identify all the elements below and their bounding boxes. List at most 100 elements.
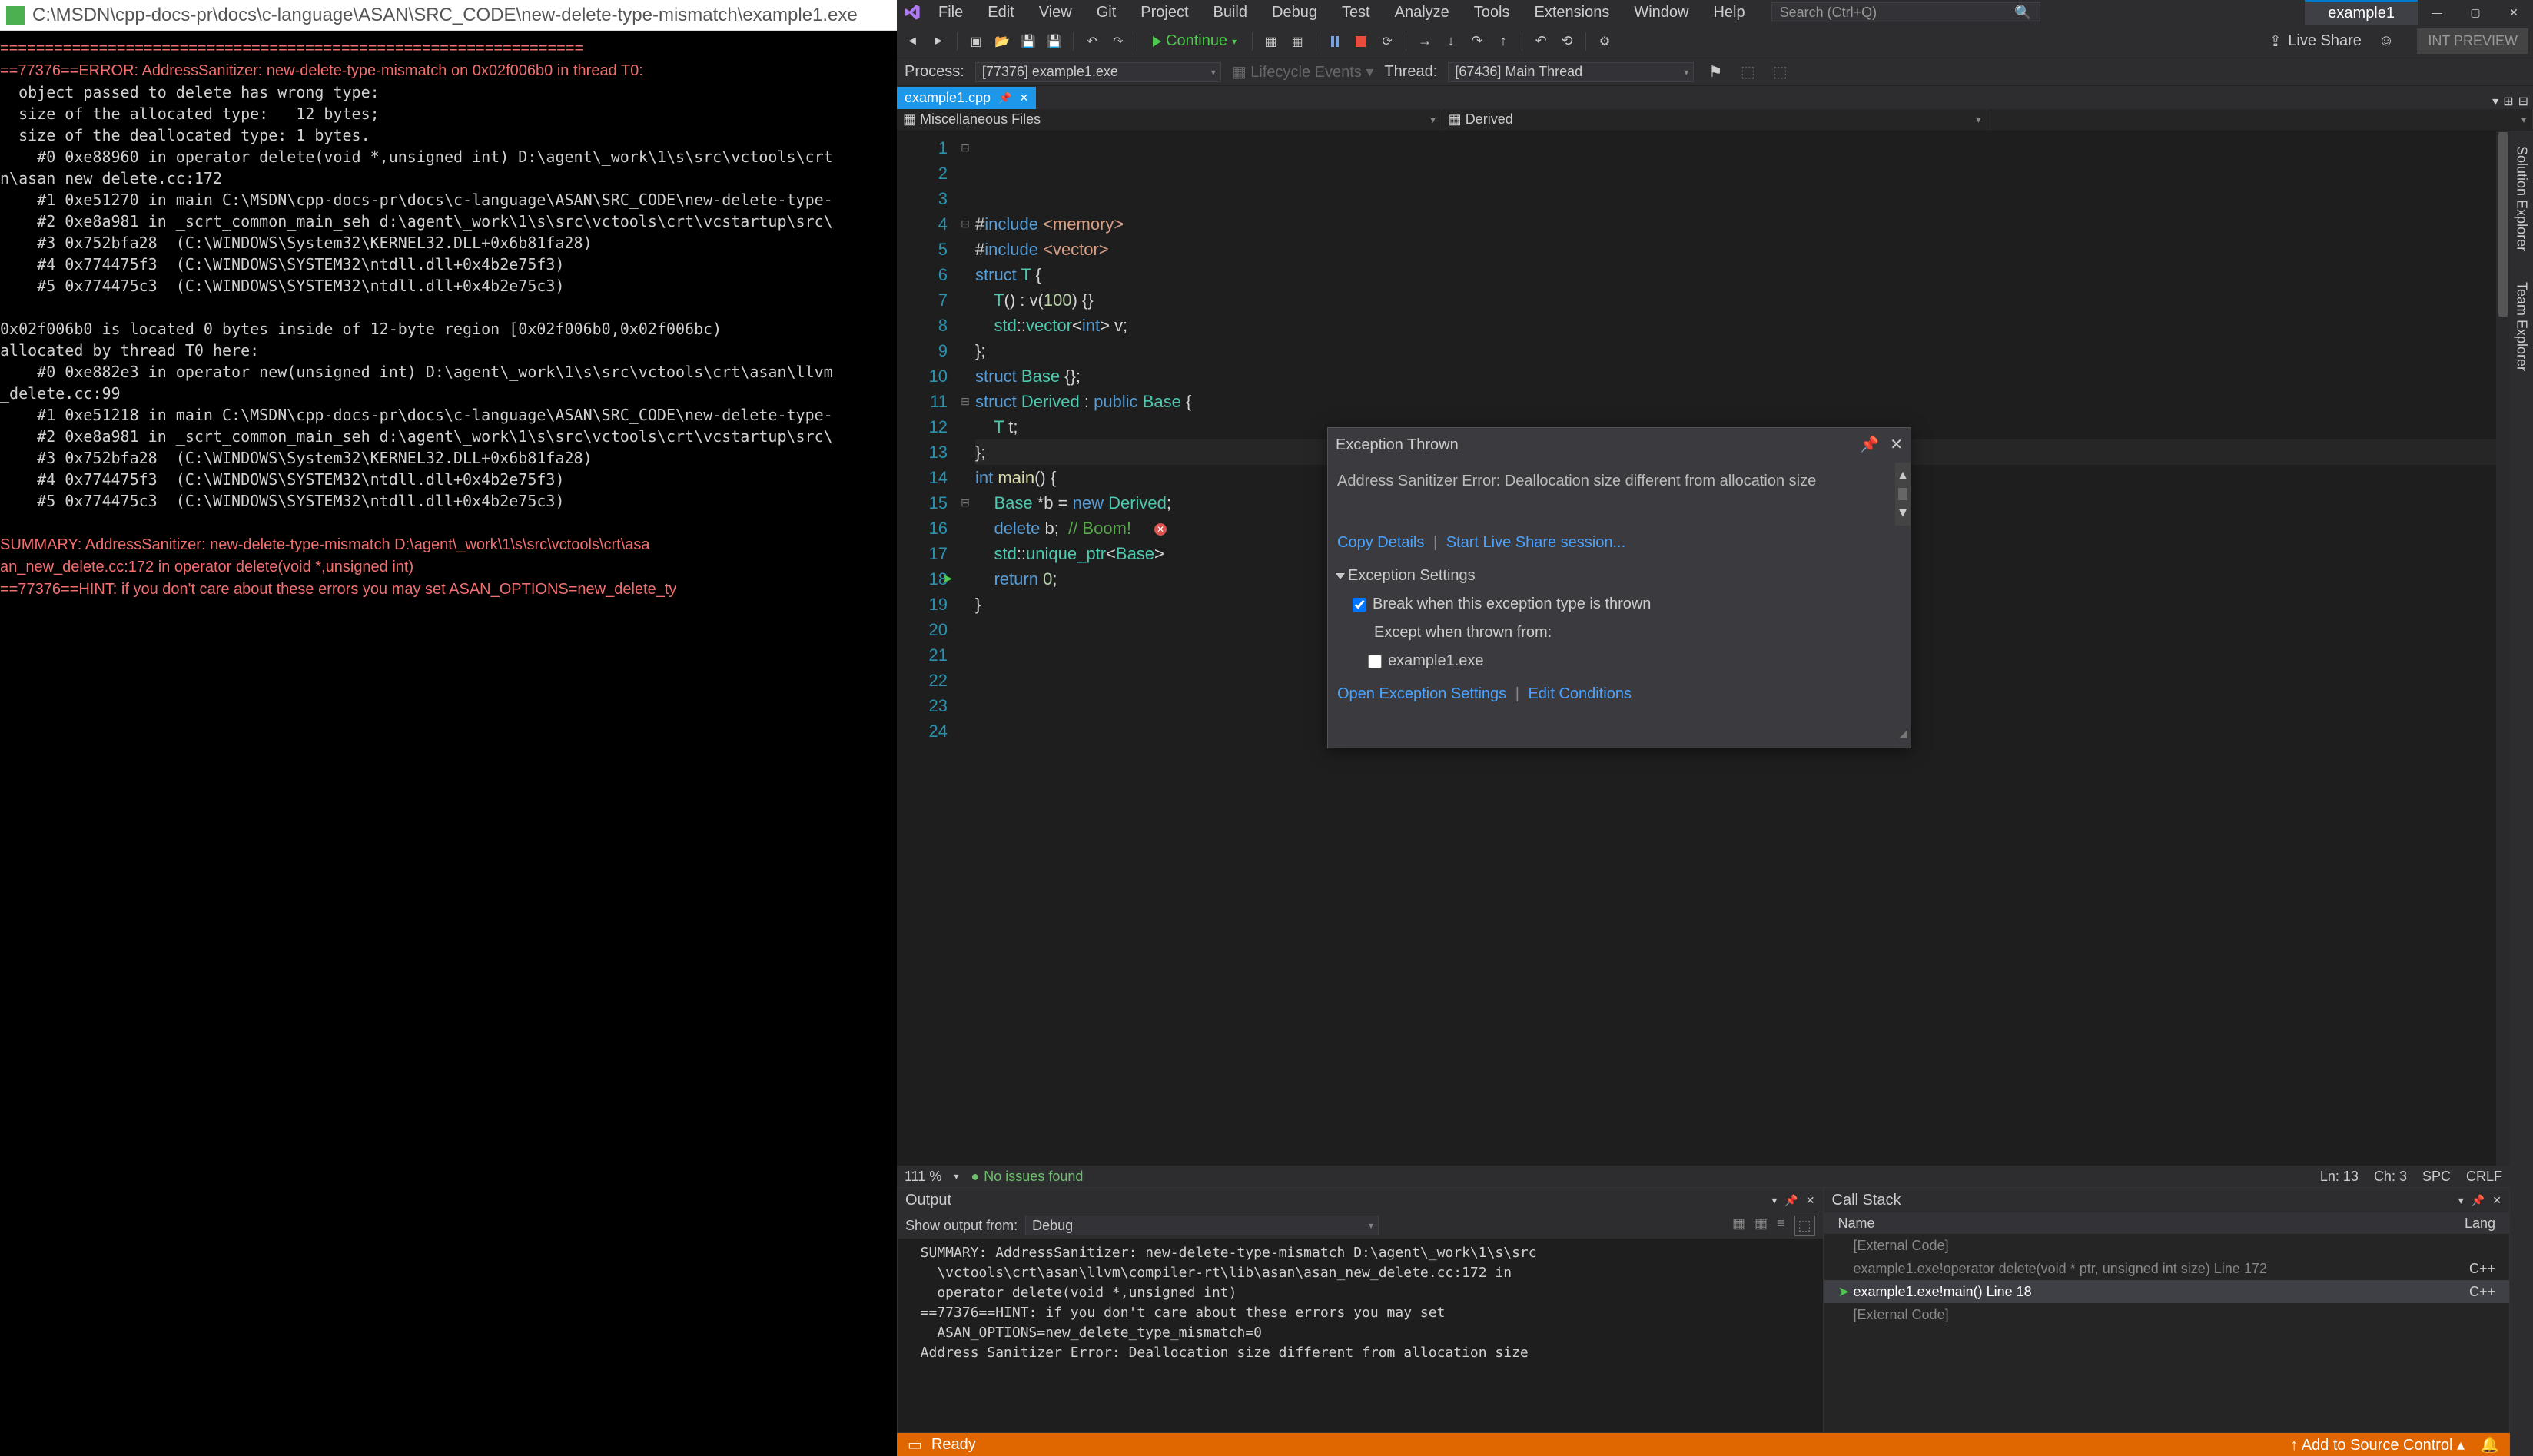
eol-indicator[interactable]: CRLF	[2466, 1169, 2502, 1185]
menu-help[interactable]: Help	[1702, 1, 1755, 25]
new-item-button[interactable]: ▣	[965, 31, 987, 52]
output-source-combo[interactable]: Debug	[1025, 1216, 1379, 1235]
output-close-icon[interactable]: ✕	[1806, 1194, 1815, 1207]
show-threads-button[interactable]: ⬚	[1769, 61, 1791, 83]
callstack-row[interactable]: example1.exe!operator delete(void * ptr,…	[1824, 1257, 2509, 1280]
thread-combo[interactable]: [67436] Main Thread	[1448, 62, 1694, 82]
except-from-input[interactable]	[1368, 655, 1382, 668]
notifications-icon[interactable]: 🔔	[2480, 1435, 2499, 1454]
menu-file[interactable]: File	[928, 1, 974, 25]
step-into-button[interactable]: ↓	[1440, 31, 1462, 52]
callstack-row[interactable]: [External Code]	[1824, 1303, 2509, 1326]
feedback-icon[interactable]: ☺	[2379, 32, 2394, 50]
add-source-control-button[interactable]: ↑ Add to Source Control ▴	[2290, 1435, 2465, 1454]
stop-debug-button[interactable]	[1350, 31, 1372, 52]
nav-member-combo[interactable]	[1987, 109, 2533, 130]
menu-edit[interactable]: Edit	[977, 1, 1024, 25]
output-find-icon[interactable]: ▦	[1755, 1216, 1768, 1236]
nav-back-button[interactable]: ◄	[901, 31, 923, 52]
output-dropdown-icon[interactable]: ▾	[1771, 1194, 1777, 1207]
undo-button[interactable]: ↶	[1081, 31, 1103, 52]
output-toggle-icon[interactable]: ⬚	[1794, 1216, 1815, 1236]
breakpoints-window-button[interactable]: ▦	[1260, 31, 1282, 52]
step-back-button[interactable]: ↶	[1530, 31, 1552, 52]
open-exception-settings-link[interactable]: Open Exception Settings	[1337, 685, 1506, 702]
menu-window[interactable]: Window	[1623, 1, 1699, 25]
char-indicator[interactable]: Ch: 3	[2374, 1169, 2407, 1185]
menu-tools[interactable]: Tools	[1463, 1, 1521, 25]
new-horizontal-group-button[interactable]: ⊞	[2503, 94, 2513, 109]
callstack-columns[interactable]: Name Lang	[1824, 1212, 2509, 1234]
nav-fwd-button[interactable]: ►	[928, 31, 949, 52]
show-next-statement-button[interactable]: →	[1414, 31, 1436, 52]
vs-titlebar[interactable]: FileEditViewGitProjectBuildDebugTestAnal…	[897, 0, 2533, 25]
code-editor[interactable]: 123456789101112131415161718192021222324 …	[897, 131, 2510, 1166]
save-all-button[interactable]: 💾	[1044, 31, 1065, 52]
exception-pin-icon[interactable]: 📌	[1860, 433, 1879, 458]
side-tab-solution-explorer[interactable]: Solution Explorer	[2512, 138, 2531, 259]
output-pin-icon[interactable]: 📌	[1784, 1194, 1798, 1207]
step-backward-over-button[interactable]: ⟲	[1556, 31, 1578, 52]
break-all-button[interactable]	[1324, 31, 1346, 52]
start-live-share-link[interactable]: Start Live Share session...	[1446, 534, 1625, 551]
tab-dropdown-button[interactable]: ▾	[2492, 94, 2498, 109]
save-button[interactable]: 💾	[1018, 31, 1039, 52]
error-icon[interactable]: ✕	[1154, 523, 1167, 536]
menu-extensions[interactable]: Extensions	[1523, 1, 1620, 25]
break-on-throw-input[interactable]	[1353, 598, 1366, 612]
line-indicator[interactable]: Ln: 13	[2320, 1169, 2359, 1185]
menu-git[interactable]: Git	[1086, 1, 1127, 25]
resize-grip-icon[interactable]: ◢	[1328, 721, 1911, 748]
pin-icon[interactable]: 📌	[998, 91, 1011, 104]
preview-tab-button[interactable]: ⊟	[2518, 94, 2528, 109]
maximize-button[interactable]: ▢	[2456, 0, 2495, 25]
fold-gutter[interactable]: ⊟⊟⊟⊟	[958, 131, 972, 1166]
continue-button[interactable]: Continue ▾	[1145, 32, 1244, 50]
callstack-pin-icon[interactable]: 📌	[2472, 1194, 2485, 1207]
callstack-close-icon[interactable]: ✕	[2492, 1194, 2501, 1207]
zoom-level[interactable]: 111 %	[905, 1169, 941, 1185]
nav-scope-combo[interactable]: ▦ Derived	[1442, 109, 1988, 130]
open-file-button[interactable]: 📂	[991, 31, 1013, 52]
copy-details-link[interactable]: Copy Details	[1337, 534, 1424, 551]
stack-frame-button[interactable]: ⬚	[1737, 61, 1758, 83]
exception-settings-header[interactable]: Exception Settings	[1348, 567, 1476, 584]
menu-test[interactable]: Test	[1331, 1, 1381, 25]
break-on-throw-checkbox[interactable]: Break when this exception type is thrown	[1353, 589, 1901, 620]
exception-close-icon[interactable]: ✕	[1890, 433, 1903, 458]
output-wordwrap-icon[interactable]: ≡	[1777, 1216, 1785, 1236]
console-output[interactable]: ========================================…	[0, 31, 897, 1456]
except-from-checkbox[interactable]: example1.exe	[1368, 645, 1901, 677]
callstack-row[interactable]: ➤ example1.exe!main() Line 18 C++	[1824, 1280, 2509, 1303]
search-box[interactable]: Search (Ctrl+Q) 🔍	[1771, 2, 2040, 22]
close-button[interactable]: ✕	[2495, 0, 2533, 25]
file-tab-example1[interactable]: example1.cpp 📌 ✕	[897, 87, 1036, 109]
minimize-button[interactable]: ―	[2418, 0, 2456, 25]
menu-build[interactable]: Build	[1203, 1, 1258, 25]
solution-name-tab[interactable]: example1	[2305, 0, 2418, 25]
output-clear-icon[interactable]: ▦	[1732, 1216, 1745, 1236]
step-out-button[interactable]: ↑	[1492, 31, 1514, 52]
menu-view[interactable]: View	[1028, 1, 1083, 25]
indent-indicator[interactable]: SPC	[2422, 1169, 2451, 1185]
restart-button[interactable]: ⟳	[1376, 31, 1398, 52]
edit-conditions-link[interactable]: Edit Conditions	[1528, 685, 1632, 702]
lifecycle-events-button[interactable]: ▦ Lifecycle Events ▾	[1232, 62, 1374, 81]
live-share-button[interactable]: ⇪ Live Share ☺	[2259, 32, 2405, 51]
side-tab-team-explorer[interactable]: Team Explorer	[2512, 274, 2531, 379]
menu-analyze[interactable]: Analyze	[1384, 1, 1460, 25]
hot-reload-button[interactable]: ⚙	[1594, 31, 1615, 52]
diagnostics-button[interactable]: ▦	[1286, 31, 1308, 52]
process-combo[interactable]: [77376] example1.exe	[975, 62, 1221, 82]
redo-button[interactable]: ↷	[1107, 31, 1129, 52]
callstack-row[interactable]: [External Code]	[1824, 1234, 2509, 1257]
flag-thread-button[interactable]: ⚑	[1705, 61, 1726, 83]
exception-scrollbar[interactable]: ▴▾	[1895, 463, 1911, 526]
console-titlebar[interactable]: C:\MSDN\cpp-docs-pr\docs\c-language\ASAN…	[0, 0, 897, 31]
close-tab-icon[interactable]: ✕	[1020, 91, 1029, 104]
menu-debug[interactable]: Debug	[1261, 1, 1328, 25]
editor-scrollbar[interactable]	[2496, 131, 2510, 1166]
callstack-dropdown-icon[interactable]: ▾	[2458, 1194, 2464, 1207]
step-over-button[interactable]: ↷	[1466, 31, 1488, 52]
output-text[interactable]: SUMMARY: AddressSanitizer: new-delete-ty…	[898, 1239, 1823, 1432]
